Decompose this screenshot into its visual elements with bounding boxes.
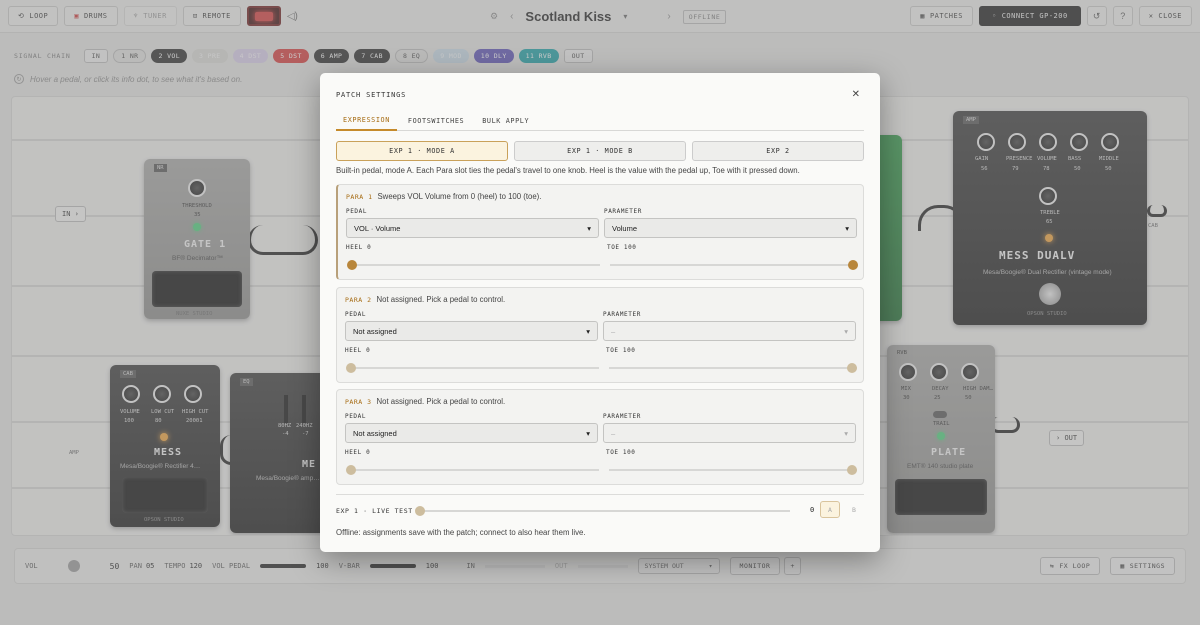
para-1-toe-thumb[interactable] bbox=[848, 260, 858, 270]
tab-bulk-apply[interactable]: BULK APPLY bbox=[475, 111, 536, 131]
para-3-heel-slider[interactable] bbox=[346, 465, 599, 475]
para-3-pedal-label: PEDAL bbox=[345, 413, 367, 420]
para-2-pedal-label: PEDAL bbox=[345, 311, 367, 318]
mode-exp1-b-button[interactable]: EXP 1 · MODE B bbox=[514, 141, 686, 161]
para-1-tag: PARA 1 bbox=[346, 193, 373, 201]
para-2-heel-slider[interactable] bbox=[346, 363, 599, 373]
para-3-pedal-select[interactable]: Not assigned ▾ bbox=[345, 423, 598, 443]
para-2-parameter-label: PARAMETER bbox=[603, 311, 641, 318]
para-3-toe-thumb[interactable] bbox=[847, 465, 857, 475]
tab-expression[interactable]: EXPRESSION bbox=[336, 111, 397, 131]
para-slot-1: PARA 1 Sweeps VOL Volume from 0 (heel) t… bbox=[336, 184, 864, 280]
tab-footswitches[interactable]: FOOTSWITCHES bbox=[401, 111, 471, 131]
para-2-toe-thumb[interactable] bbox=[847, 363, 857, 373]
chevron-down-icon: ▾ bbox=[586, 326, 590, 336]
live-test-value: 0 bbox=[810, 506, 815, 514]
chevron-down-icon: ▾ bbox=[845, 223, 849, 233]
live-test-label: EXP 1 · LIVE TEST bbox=[336, 507, 413, 515]
dialog-tabs: EXPRESSION FOOTSWITCHES BULK APPLY bbox=[336, 111, 864, 131]
para-1-heel-label: HEEL 0 bbox=[346, 244, 372, 251]
patch-settings-dialog: PATCH SETTINGS ✕ EXPRESSION FOOTSWITCHES… bbox=[320, 73, 880, 552]
chevron-down-icon: ▾ bbox=[586, 428, 590, 438]
para-2-pedal-select[interactable]: Not assigned ▾ bbox=[345, 321, 598, 341]
para-1-parameter-label: PARAMETER bbox=[604, 208, 642, 215]
para-slot-3: PARA 3 Not assigned. Pick a pedal to con… bbox=[336, 389, 864, 485]
para-2-toe-slider[interactable] bbox=[609, 363, 857, 373]
mode-description: Built-in pedal, mode A. Each Para slot t… bbox=[336, 166, 800, 175]
live-test-slider[interactable] bbox=[415, 506, 790, 516]
mode-exp1-a-button[interactable]: EXP 1 · MODE A bbox=[336, 141, 508, 161]
para-3-toe-label: TOE 100 bbox=[606, 449, 636, 456]
para-1-summary: Sweeps VOL Volume from 0 (heel) to 100 (… bbox=[377, 192, 542, 201]
para-1-toe-label: TOE 100 bbox=[607, 244, 637, 251]
para-1-parameter-select[interactable]: Volume ▾ bbox=[604, 218, 857, 238]
offline-note: Offline: assignments save with the patch… bbox=[336, 528, 586, 537]
para-3-heel-thumb[interactable] bbox=[346, 465, 356, 475]
a-toggle[interactable]: A bbox=[820, 501, 840, 518]
exp-mode-selector: EXP 1 · MODE A EXP 1 · MODE B EXP 2 bbox=[336, 141, 864, 161]
para-2-toe-label: TOE 100 bbox=[606, 347, 636, 354]
para-1-heel-thumb[interactable] bbox=[347, 260, 357, 270]
b-toggle[interactable]: B bbox=[844, 501, 864, 518]
para-slot-2: PARA 2 Not assigned. Pick a pedal to con… bbox=[336, 287, 864, 383]
para-3-parameter-label: PARAMETER bbox=[603, 413, 641, 420]
para-3-summary: Not assigned. Pick a pedal to control. bbox=[376, 397, 506, 406]
para-2-parameter-select[interactable]: – ▾ bbox=[603, 321, 856, 341]
para-3-parameter-select[interactable]: – ▾ bbox=[603, 423, 856, 443]
live-test-thumb[interactable] bbox=[415, 506, 425, 516]
chevron-down-icon: ▾ bbox=[844, 326, 848, 336]
chevron-down-icon: ▾ bbox=[587, 223, 591, 233]
para-2-tag: PARA 2 bbox=[345, 296, 372, 304]
mode-exp2-button[interactable]: EXP 2 bbox=[692, 141, 864, 161]
para-3-toe-slider[interactable] bbox=[609, 465, 857, 475]
para-2-heel-thumb[interactable] bbox=[346, 363, 356, 373]
para-1-pedal-label: PEDAL bbox=[346, 208, 368, 215]
para-1-pedal-select[interactable]: VOL · Volume ▾ bbox=[346, 218, 599, 238]
chevron-down-icon: ▾ bbox=[844, 428, 848, 438]
para-2-summary: Not assigned. Pick a pedal to control. bbox=[376, 295, 506, 304]
para-3-heel-label: HEEL 0 bbox=[345, 449, 371, 456]
para-3-tag: PARA 3 bbox=[345, 398, 372, 406]
para-1-toe-slider[interactable] bbox=[610, 260, 858, 270]
close-icon[interactable]: ✕ bbox=[852, 89, 860, 100]
dialog-title: PATCH SETTINGS bbox=[336, 91, 407, 99]
para-2-heel-label: HEEL 0 bbox=[345, 347, 371, 354]
para-1-heel-slider[interactable] bbox=[347, 260, 600, 270]
